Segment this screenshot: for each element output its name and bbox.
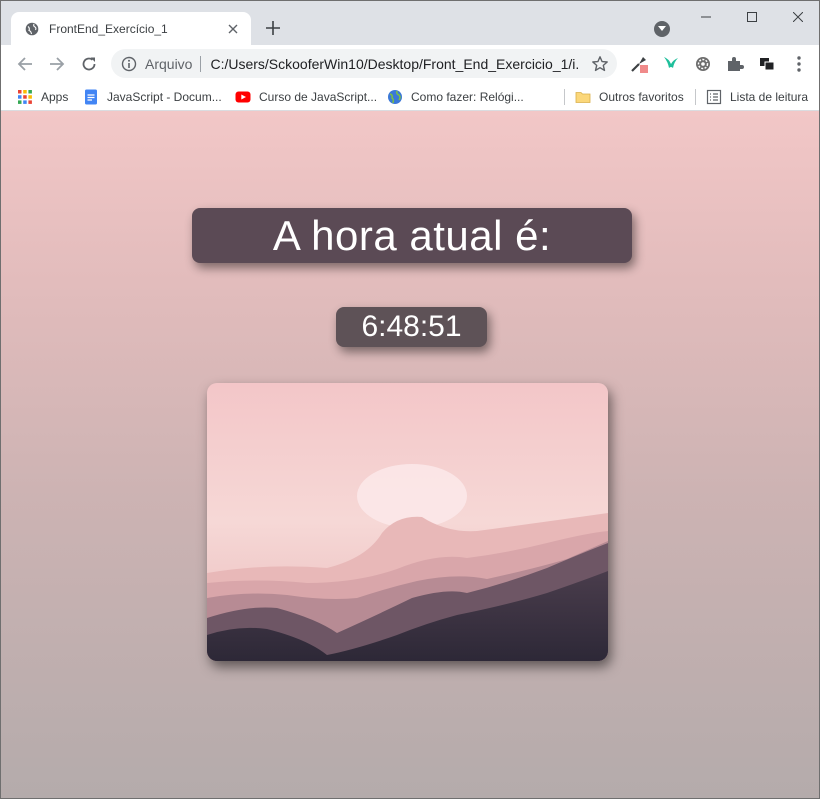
close-tab-icon[interactable] xyxy=(225,21,241,37)
toolbar: Arquivo C:/Users/SckooferWin10/Desktop/F… xyxy=(1,45,819,82)
bookmark-label: Como fazer: Relógi... xyxy=(411,90,524,104)
reading-list-icon xyxy=(706,89,722,105)
bookmarks-bar: Apps JavaScript - Docum... Curso de Java… xyxy=(1,82,819,111)
bookmark-lista-de-leitura[interactable]: Lista de leitura xyxy=(706,87,808,107)
bookmark-label: Lista de leitura xyxy=(730,90,809,104)
web-globe-icon xyxy=(387,89,403,105)
bookmark-javascript-docs[interactable]: JavaScript - Docum... xyxy=(83,87,222,107)
extensions-puzzle-icon[interactable] xyxy=(725,54,745,74)
url-text[interactable]: C:/Users/SckooferWin10/Desktop/Front_End… xyxy=(210,56,580,72)
google-docs-icon xyxy=(83,89,99,105)
menu-kebab-icon[interactable] xyxy=(789,54,809,74)
close-window-button[interactable] xyxy=(775,1,819,33)
back-button[interactable] xyxy=(12,51,38,77)
bookmark-separator xyxy=(564,89,565,105)
browser-window: FrontEnd_Exercício_1 Arquivo C:/Users/Sc… xyxy=(0,0,820,799)
vue-devtools-icon[interactable] xyxy=(661,54,681,74)
tab-strip: FrontEnd_Exercício_1 xyxy=(1,1,819,45)
folder-icon xyxy=(575,89,591,105)
minimize-button[interactable] xyxy=(683,1,729,33)
bookmark-curso-javascript[interactable]: Curso de JavaScript... xyxy=(235,87,377,107)
maximize-button[interactable] xyxy=(729,1,775,33)
tab-search-icon[interactable] xyxy=(654,21,670,37)
apps-grid-icon xyxy=(17,89,33,105)
bookmark-outros-favoritos[interactable]: Outros favoritos xyxy=(575,87,684,107)
scheme-label: Arquivo xyxy=(145,55,193,72)
bookmark-apps[interactable]: Apps xyxy=(17,87,68,107)
settings-gear-extension-icon[interactable] xyxy=(693,54,713,74)
sunset-mountains-image xyxy=(207,383,608,661)
bookmark-label: Outros favoritos xyxy=(599,90,684,104)
bookmark-como-fazer[interactable]: Como fazer: Relógi... xyxy=(387,87,524,107)
globe-icon xyxy=(25,22,39,36)
clock-time: 6:48:51 xyxy=(361,310,462,343)
address-bar[interactable]: Arquivo C:/Users/SckooferWin10/Desktop/F… xyxy=(111,49,617,78)
forward-button[interactable] xyxy=(44,51,70,77)
new-tab-button[interactable] xyxy=(263,18,283,38)
cast-extension-icon[interactable] xyxy=(757,54,777,74)
tab-title: FrontEnd_Exercício_1 xyxy=(49,21,168,36)
heading-box: A hora atual é: xyxy=(192,208,632,263)
bookmark-label: Curso de JavaScript... xyxy=(259,90,378,104)
tab-active[interactable]: FrontEnd_Exercício_1 xyxy=(11,12,251,45)
bookmark-star-icon[interactable] xyxy=(591,55,609,73)
page-content: A hora atual é: 6:48:51 xyxy=(1,111,819,798)
page-heading: A hora atual é: xyxy=(272,211,552,259)
info-icon[interactable] xyxy=(121,56,137,72)
clock-box: 6:48:51 xyxy=(336,307,487,347)
bookmark-label: Apps xyxy=(41,90,69,104)
bookmark-separator xyxy=(695,89,696,105)
reload-button[interactable] xyxy=(76,51,102,77)
eyedropper-extension-icon[interactable] xyxy=(629,54,649,74)
youtube-icon xyxy=(235,89,251,105)
address-divider xyxy=(200,55,202,72)
bookmark-label: JavaScript - Docum... xyxy=(107,90,222,104)
